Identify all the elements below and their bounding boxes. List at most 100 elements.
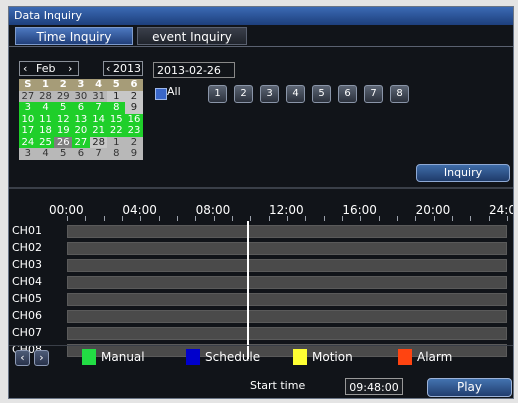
calendar-day[interactable]: 8 bbox=[107, 148, 126, 160]
time-tick-label: 08:00 bbox=[195, 203, 231, 217]
calendar-day[interactable]: 4 bbox=[36, 148, 55, 160]
calendar-day[interactable]: 25 bbox=[36, 136, 55, 148]
calendar-day[interactable]: 17 bbox=[19, 125, 37, 137]
timeline[interactable]: 00:00 04:00 08:00 12:00 16:00 20:00 24:00 CH01… bbox=[9, 189, 513, 359]
calendar-day[interactable]: 19 bbox=[54, 125, 73, 137]
tab-event-inquiry[interactable]: event Inquiry bbox=[137, 27, 247, 45]
prev-month-button[interactable]: ‹ bbox=[23, 62, 27, 76]
channel-record-bar[interactable] bbox=[67, 327, 507, 340]
prev-button[interactable]: ‹ bbox=[15, 350, 30, 366]
channel-button-7[interactable]: 7 bbox=[364, 85, 383, 103]
all-checkbox[interactable] bbox=[155, 88, 167, 100]
channel-record-bar[interactable] bbox=[67, 276, 507, 289]
calendar-day[interactable]: 29 bbox=[54, 90, 73, 102]
calendar-day[interactable]: 15 bbox=[107, 113, 126, 125]
data-inquiry-window: Data Inquiry Time Inquiry event Inquiry … bbox=[8, 6, 514, 399]
calendar-day[interactable]: 6 bbox=[72, 102, 90, 114]
calendar-day[interactable]: 12 bbox=[54, 113, 73, 125]
channel-record-bar[interactable] bbox=[67, 242, 507, 255]
channel-record-bar[interactable] bbox=[67, 310, 507, 323]
tab-divider bbox=[9, 46, 513, 47]
calendar-weekday-header: 5 bbox=[107, 79, 126, 91]
time-tick-mark bbox=[323, 216, 325, 221]
channel-button-4[interactable]: 4 bbox=[286, 85, 305, 103]
calendar-weekday-header: S bbox=[19, 79, 37, 91]
calendar-day[interactable]: 1 bbox=[107, 90, 126, 102]
time-tick-label: 00:00 bbox=[49, 203, 84, 217]
calendar: ‹ Feb › ‹ 2013 S 1 2 3 4 5 6 27 28 29 30 31 1 2 3 4 5 6 7 8… bbox=[19, 61, 143, 160]
calendar-day[interactable]: 1 bbox=[107, 136, 126, 148]
calendar-day[interactable]: 5 bbox=[54, 102, 73, 114]
channel-button-6[interactable]: 6 bbox=[338, 85, 357, 103]
channel-record-bar[interactable] bbox=[67, 293, 507, 306]
channel-row: CH03 bbox=[9, 257, 513, 274]
calendar-day[interactable]: 18 bbox=[36, 125, 55, 137]
calendar-day[interactable]: 3 bbox=[19, 148, 37, 160]
calendar-day[interactable]: 8 bbox=[107, 102, 126, 114]
channel-button-1[interactable]: 1 bbox=[208, 85, 227, 103]
calendar-day[interactable]: 6 bbox=[72, 148, 90, 160]
calendar-year: 2013 bbox=[113, 62, 141, 75]
calendar-day[interactable]: 28 bbox=[89, 136, 108, 148]
channel-record-bar[interactable] bbox=[67, 225, 507, 238]
calendar-day[interactable]: 5 bbox=[54, 148, 73, 160]
start-time-label: Start time bbox=[250, 379, 306, 392]
calendar-day[interactable]: 3 bbox=[19, 102, 37, 114]
time-tick-mark bbox=[232, 216, 233, 221]
time-tick-mark bbox=[195, 216, 197, 221]
channel-button-3[interactable]: 3 bbox=[260, 85, 279, 103]
year-selector[interactable]: ‹ 2013 bbox=[103, 61, 143, 76]
calendar-day[interactable]: 21 bbox=[89, 125, 108, 137]
calendar-day[interactable]: 9 bbox=[125, 102, 143, 114]
play-button[interactable]: Play bbox=[427, 378, 512, 397]
time-tick-mark bbox=[67, 216, 68, 221]
calendar-day[interactable]: 2 bbox=[125, 90, 143, 102]
time-tick-mark bbox=[397, 216, 398, 221]
channel-button-2[interactable]: 2 bbox=[234, 85, 253, 103]
time-cursor[interactable] bbox=[247, 221, 249, 359]
month-selector[interactable]: ‹ Feb › bbox=[19, 61, 79, 76]
calendar-day[interactable]: 16 bbox=[125, 113, 143, 125]
calendar-day[interactable]: 11 bbox=[36, 113, 55, 125]
calendar-day[interactable]: 27 bbox=[19, 90, 37, 102]
start-time-field[interactable]: 09:48:00 bbox=[345, 378, 403, 395]
calendar-day[interactable]: 23 bbox=[125, 125, 143, 137]
calendar-day[interactable]: 9 bbox=[125, 148, 143, 160]
calendar-day[interactable]: 27 bbox=[72, 136, 90, 148]
all-label: All bbox=[167, 85, 181, 98]
channel-record-bar[interactable] bbox=[67, 259, 507, 272]
calendar-day[interactable]: 31 bbox=[89, 90, 108, 102]
next-month-button[interactable]: › bbox=[68, 62, 72, 76]
calendar-month: Feb bbox=[36, 62, 56, 75]
date-field[interactable]: 2013-02-26 bbox=[153, 62, 235, 78]
time-tick-mark bbox=[213, 216, 215, 221]
channel-button-5[interactable]: 5 bbox=[312, 85, 331, 103]
time-tick-mark bbox=[305, 216, 307, 221]
calendar-day[interactable]: 7 bbox=[89, 148, 108, 160]
next-button[interactable]: › bbox=[34, 350, 49, 366]
prev-year-button[interactable]: ‹ bbox=[106, 62, 110, 76]
calendar-day[interactable]: 10 bbox=[19, 113, 37, 125]
calendar-day[interactable]: 26 bbox=[54, 136, 73, 148]
legend-schedule-label: Schedule bbox=[205, 350, 261, 364]
calendar-day[interactable]: 4 bbox=[36, 102, 55, 114]
calendar-weekday-header: 2 bbox=[54, 79, 73, 91]
tab-time-inquiry[interactable]: Time Inquiry bbox=[15, 27, 133, 45]
channel-button-8[interactable]: 8 bbox=[390, 85, 409, 103]
time-tick-mark bbox=[158, 216, 160, 221]
calendar-day[interactable]: 28 bbox=[36, 90, 55, 102]
channel-label: CH07 bbox=[12, 326, 42, 339]
calendar-day[interactable]: 14 bbox=[89, 113, 108, 125]
inquiry-button[interactable]: Inquiry bbox=[416, 164, 510, 182]
calendar-day[interactable]: 2 bbox=[125, 136, 143, 148]
calendar-day[interactable]: 30 bbox=[72, 90, 90, 102]
calendar-day[interactable]: 24 bbox=[19, 136, 37, 148]
calendar-day[interactable]: 13 bbox=[72, 113, 90, 125]
calendar-day[interactable]: 7 bbox=[89, 102, 108, 114]
calendar-day[interactable]: 20 bbox=[72, 125, 90, 137]
tab-bar: Time Inquiry event Inquiry bbox=[11, 27, 511, 46]
calendar-weekday-header: 1 bbox=[36, 79, 55, 91]
calendar-day[interactable]: 22 bbox=[107, 125, 126, 137]
time-tick-mark bbox=[342, 216, 343, 221]
legend-motion-label: Motion bbox=[312, 350, 353, 364]
